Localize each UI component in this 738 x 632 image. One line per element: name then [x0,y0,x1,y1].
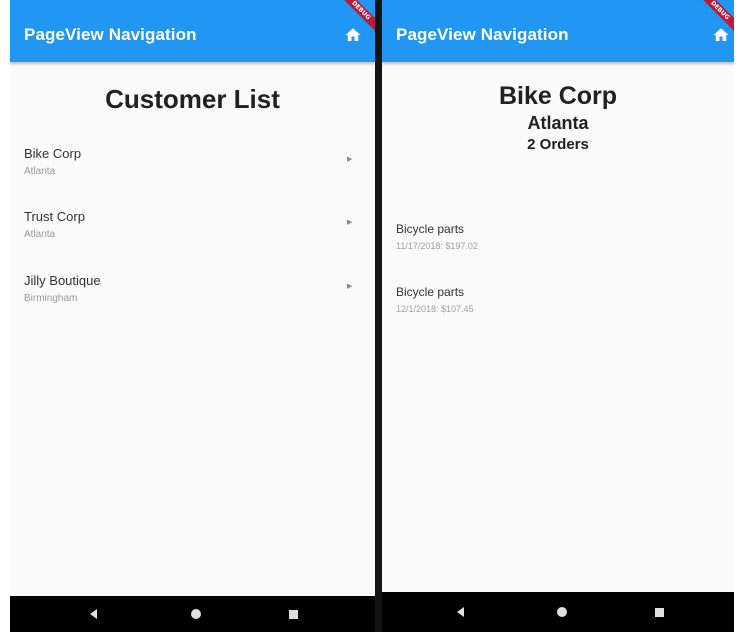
recents-square-icon[interactable] [289,610,298,619]
customer-list-screen: PageView Navigation DEBUG Customer List … [10,0,375,632]
customer-city-heading: Atlanta [527,113,589,133]
order-count-heading: 2 Orders [527,136,589,153]
back-triangle-icon[interactable] [90,609,97,619]
system-nav-bar [10,596,375,632]
app-bar: PageView Navigation DEBUG [10,0,375,62]
recents-square-icon[interactable] [655,608,664,617]
debug-banner-label: DEBUG [697,0,734,34]
app-bar-title: PageView Navigation [24,25,197,44]
customer-name-heading: Bike Corp [498,82,618,110]
customer-name: Jilly Boutique [24,273,101,288]
chevron-right-icon: ▶ [347,283,353,290]
app-bar-title: PageView Navigation [396,25,569,44]
order-title: Bicycle parts [396,222,465,236]
app-bar: PageView Navigation DEBUG [382,0,734,62]
order-list-item[interactable]: Bicycle parts 12/1/2018: $107.45 [382,285,734,329]
customer-name: Bike Corp [24,146,82,161]
order-list-item[interactable]: Bicycle parts 11/17/2018: $197.02 [382,222,734,266]
home-circle-icon[interactable] [557,607,567,617]
order-title: Bicycle parts [396,285,465,299]
order-detail: 12/1/2018: $107.45 [396,304,474,314]
back-triangle-icon[interactable] [457,607,464,617]
customer-list-item[interactable]: Bike Corp Atlanta ▶ [10,146,375,202]
customer-name: Trust Corp [24,209,85,224]
debug-banner: DEBUG [694,0,734,40]
order-detail: 11/17/2018: $197.02 [396,241,478,251]
page-title: Customer List [105,84,280,114]
customer-list-item[interactable]: Jilly Boutique Birmingham ▶ [10,273,375,329]
customer-city: Atlanta [24,229,56,240]
home-circle-icon[interactable] [191,609,201,619]
debug-banner-label: DEBUG [338,0,375,34]
debug-banner: DEBUG [335,0,375,40]
chevron-right-icon: ▶ [347,219,353,226]
customer-city: Atlanta [24,166,56,177]
customer-city: Birmingham [24,293,78,304]
customer-list-item[interactable]: Trust Corp Atlanta ▶ [10,209,375,265]
customer-detail-screen: PageView Navigation DEBUG Bike Corp Atla… [382,0,734,632]
chevron-right-icon: ▶ [347,156,353,163]
screen-divider [375,0,382,632]
system-nav-bar [382,592,734,632]
